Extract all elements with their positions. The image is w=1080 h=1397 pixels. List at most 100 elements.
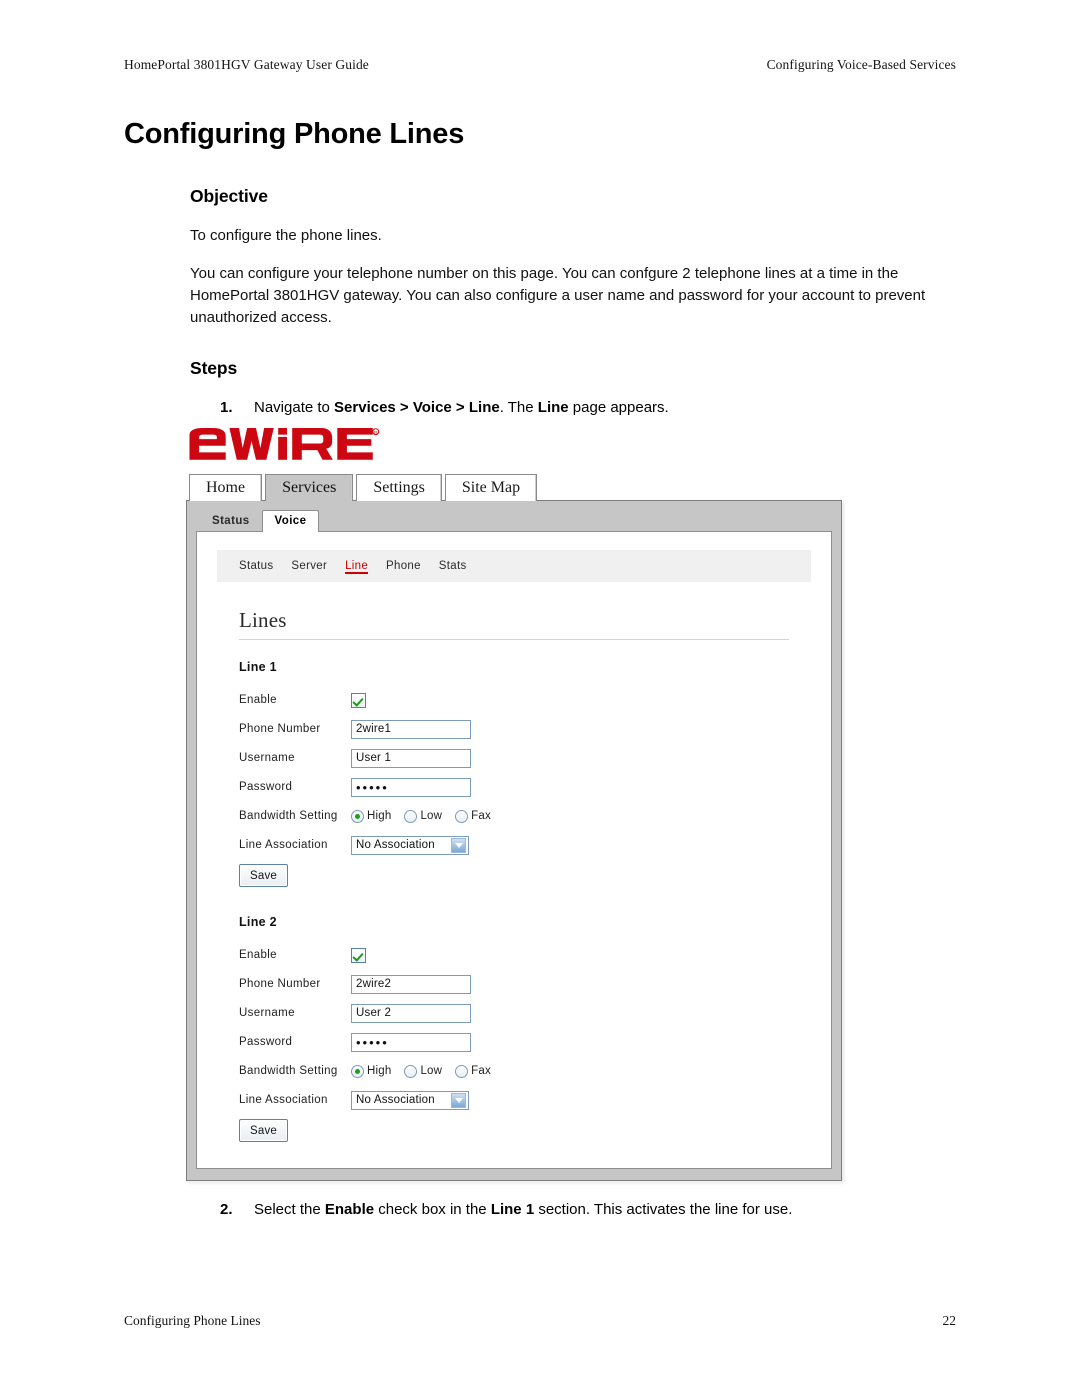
- step-item-1: 1. Navigate to Services > Voice > Line. T…: [190, 397, 960, 419]
- line-1-bandwidth-high-label: High: [367, 810, 392, 822]
- line-2-association-select[interactable]: No Association: [351, 1090, 469, 1110]
- objective-heading: Objective: [190, 186, 268, 206]
- line-1-association-label: Line Association: [239, 839, 328, 851]
- line-1-phone-row: Phone Number 2wire1: [239, 719, 789, 739]
- radio-dot-icon: [455, 1064, 469, 1078]
- document-page: HomePortal 3801HGV Gateway User Guide Co…: [0, 0, 1080, 1397]
- svg-text:R: R: [374, 430, 377, 435]
- chevron-down-icon: [451, 1092, 466, 1108]
- step-text-mid: check box in the: [374, 1201, 491, 1218]
- line-2-enable-row: Enable: [239, 945, 789, 965]
- header-right-text: Configuring Voice-Based Services: [766, 57, 956, 72]
- step-text-suffix: section. This activates the line for use…: [534, 1201, 793, 1218]
- line-1-bandwidth-option-high[interactable]: High: [351, 809, 392, 823]
- page-title: Configuring Phone Lines: [124, 118, 465, 150]
- radio-dot-icon: [404, 1064, 418, 1078]
- line-1-password-row: Password •••••: [239, 777, 789, 797]
- line-1-bandwidth-option-low[interactable]: Low: [404, 809, 443, 823]
- line-1-enable-checkbox[interactable]: [351, 692, 366, 708]
- line-1-username-input[interactable]: User 1: [351, 748, 471, 768]
- line-2-bandwidth-option-low[interactable]: Low: [404, 1064, 443, 1078]
- line-2-bandwidth-radio-group: High Low Fax: [351, 1064, 491, 1078]
- lines-page-heading: Lines: [239, 608, 287, 632]
- line-2-association-value: No Association: [356, 1094, 435, 1106]
- step-text-suffix: page appears.: [568, 399, 669, 416]
- gateway-window-frame: Status Voice Status Server Line Phone St…: [186, 500, 842, 1181]
- footer-left-text: Configuring Phone Lines: [124, 1313, 261, 1328]
- line-1-password-input[interactable]: •••••: [351, 777, 471, 797]
- running-header: HomePortal 3801HGV Gateway User Guide Co…: [124, 57, 956, 73]
- sub-tab-strip: Status Voice: [200, 508, 832, 532]
- line-2-password-label: Password: [239, 1036, 293, 1048]
- line-2-enable-checkbox[interactable]: [351, 947, 366, 963]
- tab-settings[interactable]: Settings: [356, 474, 442, 501]
- subtab-status[interactable]: Status: [200, 511, 262, 532]
- line-2-heading: Line 2: [239, 915, 277, 929]
- radio-dot-icon: [404, 809, 418, 823]
- line-2-association-row: Line Association No Association: [239, 1090, 789, 1110]
- line-1-enable-row: Enable: [239, 690, 789, 710]
- header-left-text: HomePortal 3801HGV Gateway User Guide: [124, 57, 369, 72]
- line-2-phone-input[interactable]: 2wire2: [351, 974, 471, 994]
- line-2-password-row: Password •••••: [239, 1032, 789, 1052]
- steps-list: 1. Navigate to Services > Voice > Line. T…: [190, 397, 960, 419]
- main-tab-strip: Home Services Settings Site Map: [189, 471, 842, 501]
- steps-heading: Steps: [190, 358, 238, 378]
- line-2-enable-label: Enable: [239, 949, 277, 961]
- nav-link-status[interactable]: Status: [239, 560, 273, 572]
- nav-link-server[interactable]: Server: [291, 560, 327, 572]
- tab-services[interactable]: Services: [265, 474, 354, 501]
- line-1-bandwidth-option-fax[interactable]: Fax: [455, 809, 491, 823]
- line-2-bandwidth-option-fax[interactable]: Fax: [455, 1064, 491, 1078]
- line-2-phone-label: Phone Number: [239, 978, 321, 990]
- objective-paragraph-1: To configure the phone lines.: [190, 227, 382, 244]
- 2wire-logo: R: [189, 428, 380, 460]
- step-text-bold-line: Line: [537, 399, 569, 416]
- heading-divider: [239, 639, 789, 640]
- step-text-bold-line-1: Line 1: [490, 1201, 535, 1218]
- step-text-bold-services-voice-line: Services > Voice > Line: [334, 399, 500, 416]
- line-2-password-input[interactable]: •••••: [351, 1032, 471, 1052]
- line-1-bandwidth-low-label: Low: [420, 810, 443, 822]
- line-1-enable-label: Enable: [239, 694, 277, 706]
- line-2-phone-row: Phone Number 2wire2: [239, 974, 789, 994]
- line-2-username-row: Username User 2: [239, 1003, 789, 1023]
- voice-nav-strip: Status Server Line Phone Stats: [217, 550, 811, 582]
- line-2-save-button[interactable]: Save: [239, 1119, 288, 1142]
- line-1-password-label: Password: [239, 781, 293, 793]
- step-text-bold-enable: Enable: [324, 1201, 375, 1218]
- line-2-bandwidth-high-label: High: [367, 1065, 392, 1077]
- line-2-bandwidth-option-high[interactable]: High: [351, 1064, 392, 1078]
- step-text-mid: . The: [499, 399, 538, 416]
- line-2-bandwidth-label: Bandwidth Setting: [239, 1065, 338, 1077]
- line-1-bandwidth-radio-group: High Low Fax: [351, 809, 491, 823]
- line-2-bandwidth-low-label: Low: [420, 1065, 443, 1077]
- step-number: 2.: [220, 1201, 233, 1218]
- line-2-username-input[interactable]: User 2: [351, 1003, 471, 1023]
- line-1-association-value: No Association: [356, 839, 435, 851]
- line-2-bandwidth-row: Bandwidth Setting High Low Fax: [239, 1061, 789, 1081]
- step-2-text: Select the Enable check box in the Line …: [190, 1199, 980, 1221]
- page-footer: Configuring Phone Lines 22: [124, 1313, 956, 1329]
- nav-link-phone[interactable]: Phone: [386, 560, 421, 572]
- chevron-down-icon: [451, 837, 466, 853]
- radio-dot-icon: [351, 1064, 364, 1078]
- step-text-prefix: Navigate to: [254, 399, 335, 416]
- step-text-prefix: Select the: [254, 1201, 325, 1218]
- objective-paragraph-2: You can configure your telephone number …: [190, 265, 926, 326]
- tab-home[interactable]: Home: [189, 474, 263, 501]
- line-1-association-select[interactable]: No Association: [351, 835, 469, 855]
- line-1-bandwidth-label: Bandwidth Setting: [239, 810, 338, 822]
- line-2-username-label: Username: [239, 1007, 295, 1019]
- nav-link-stats[interactable]: Stats: [439, 560, 467, 572]
- nav-link-line[interactable]: Line: [345, 560, 368, 572]
- line-1-username-label: Username: [239, 752, 295, 764]
- line-1-username-row: Username User 1: [239, 748, 789, 768]
- tab-site-map[interactable]: Site Map: [444, 474, 538, 501]
- line-2-bandwidth-fax-label: Fax: [471, 1065, 491, 1077]
- line-1-save-button[interactable]: Save: [239, 864, 288, 887]
- line-1-phone-input[interactable]: 2wire1: [351, 719, 471, 739]
- footer-page-number: 22: [942, 1313, 957, 1328]
- line-1-bandwidth-row: Bandwidth Setting High Low Fax: [239, 806, 789, 826]
- subtab-voice[interactable]: Voice: [261, 510, 320, 532]
